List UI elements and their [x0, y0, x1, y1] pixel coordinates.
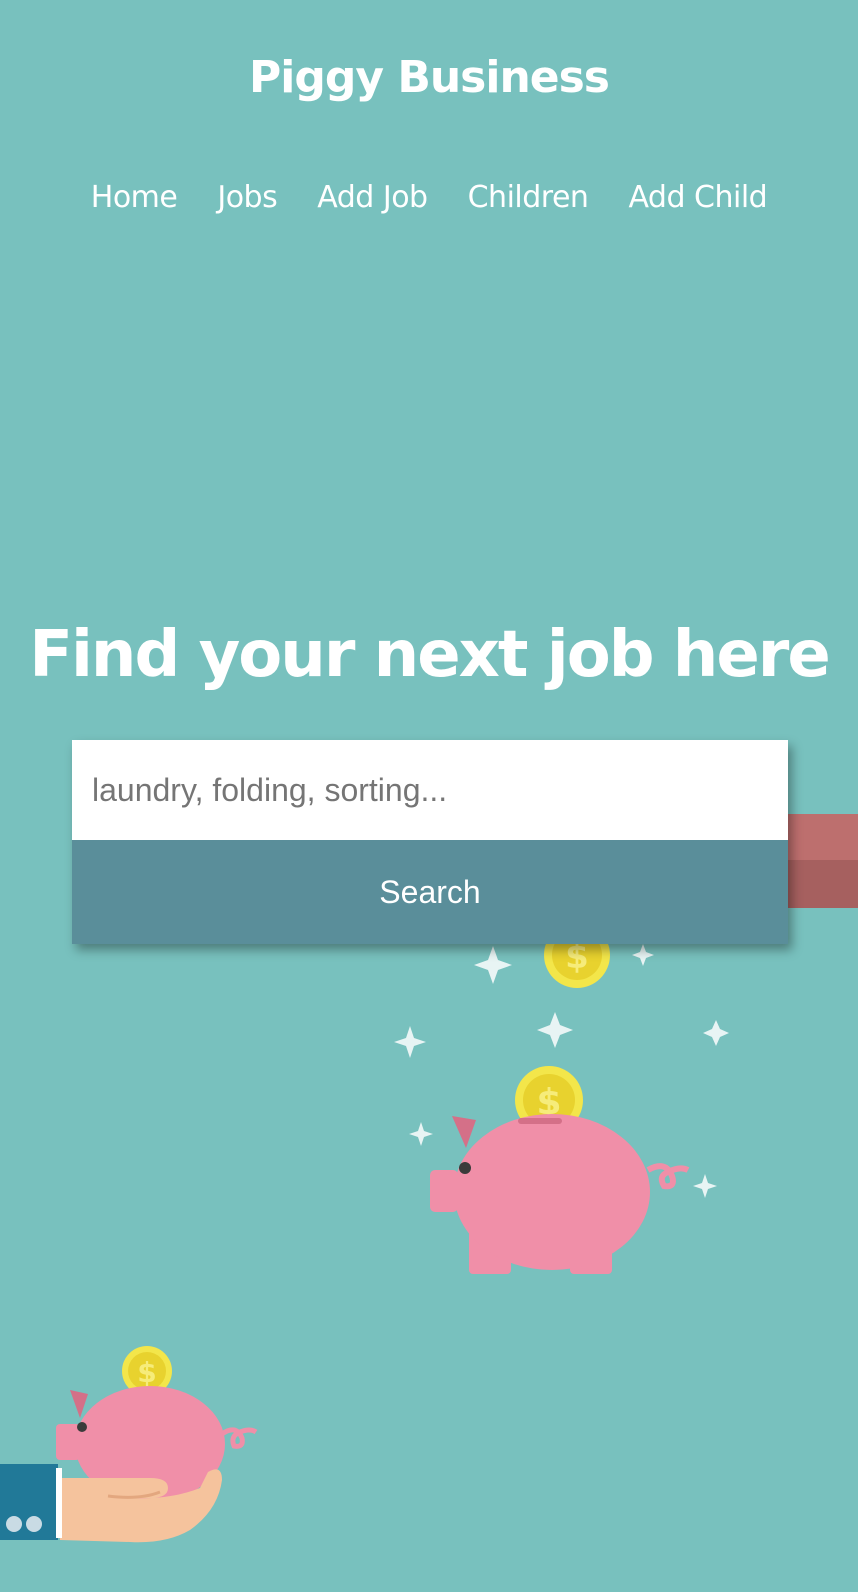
svg-text:$: $	[137, 1356, 156, 1389]
piggy-bank-icon	[430, 1114, 690, 1274]
sleeve-icon	[780, 814, 858, 908]
job-search-form: Search	[72, 740, 788, 944]
hero-heading: Find your next job here	[29, 618, 830, 692]
job-search-input[interactable]	[72, 740, 788, 840]
search-button[interactable]: Search	[72, 840, 788, 944]
